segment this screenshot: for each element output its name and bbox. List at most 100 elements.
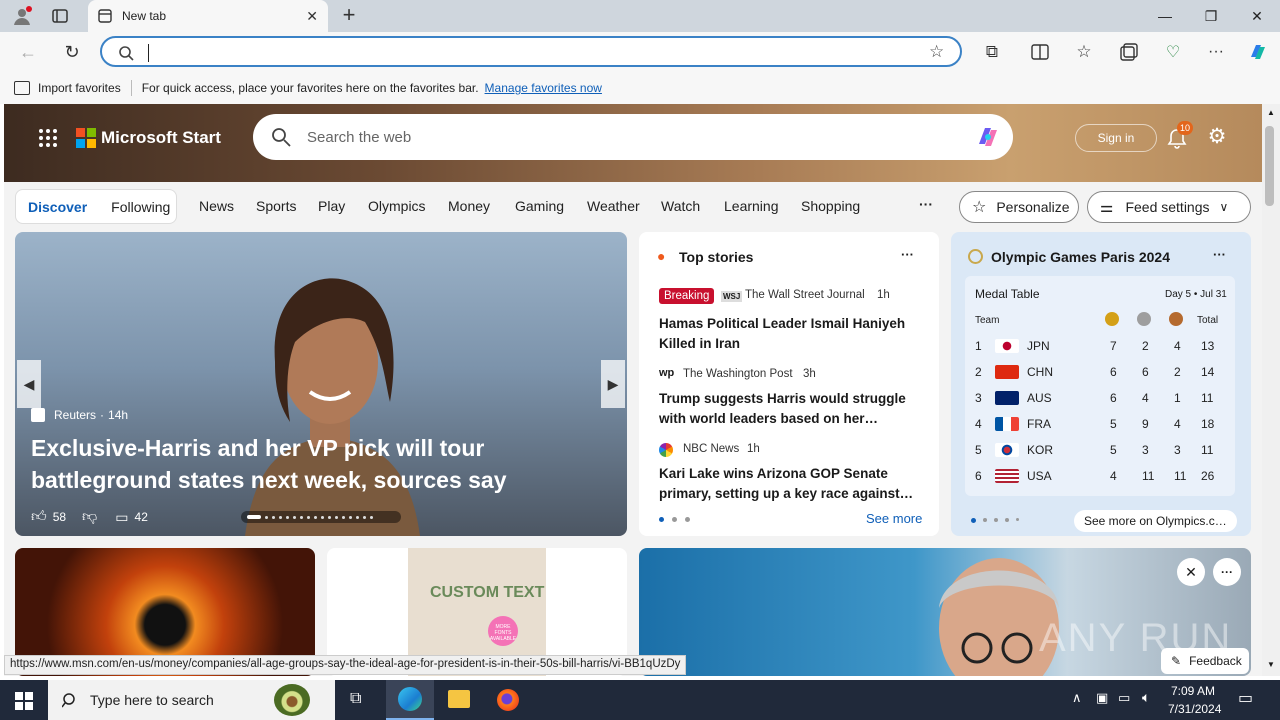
video-article-card[interactable]: ✕ ··· ANY RUN ✎ Feedback	[639, 548, 1251, 676]
copilot-icon[interactable]	[973, 122, 1003, 152]
tab-following[interactable]: Following	[111, 199, 170, 215]
total: 18	[1201, 417, 1215, 431]
see-more-link[interactable]: See more	[866, 511, 922, 526]
sign-in-button[interactable]: Sign in	[1075, 124, 1157, 152]
page-scrollbar[interactable]: ▲ ▼	[1262, 104, 1280, 676]
minimize-button[interactable]: —	[1142, 0, 1188, 32]
medal-table[interactable]: Medal Table Day 5 • Jul 31 Team Total 1 …	[965, 276, 1235, 496]
top-stories-title[interactable]: Top stories	[679, 249, 753, 265]
clock-date[interactable]: 7/31/2024	[1168, 702, 1221, 716]
show-hidden-icons[interactable]: ∧	[1072, 690, 1082, 706]
medal-row[interactable]: 2 CHN 6 6 2 14	[965, 360, 1235, 384]
close-window-button[interactable]: ✕	[1234, 0, 1280, 32]
import-favorites-button[interactable]: Import favorites	[38, 81, 121, 95]
tab-discover[interactable]: Discover	[28, 199, 87, 215]
hero-headline[interactable]: Exclusive-Harris and her VP pick will to…	[31, 432, 591, 496]
comment-icon[interactable]: ▭	[115, 509, 128, 526]
edge-taskbar-icon[interactable]	[386, 680, 434, 720]
chevron-down-icon: ∨	[1219, 200, 1229, 214]
nav-watch[interactable]: Watch	[661, 198, 700, 214]
dismiss-card-button[interactable]: ✕	[1177, 558, 1205, 586]
story-headline[interactable]: Hamas Political Leader Ismail Haniyeh Ki…	[659, 314, 919, 354]
like-icon[interactable]: 👍︎	[31, 508, 47, 526]
browser-essentials-icon[interactable]: ♡	[1161, 40, 1185, 64]
web-search-placeholder[interactable]: Search the web	[307, 129, 973, 146]
profile-icon[interactable]	[12, 6, 32, 26]
hero-article-card[interactable]: ◀ ▶ Reuters · 14h Exclusive-Harris and h…	[15, 232, 627, 536]
hero-source: Reuters	[54, 408, 97, 422]
personalize-button[interactable]: ☆ Personalize	[959, 191, 1079, 223]
medal-row[interactable]: 6 USA 4 11 11 26	[965, 464, 1235, 488]
page-dots[interactable]	[659, 517, 690, 522]
address-input[interactable]	[148, 44, 908, 62]
top-stories-more-button[interactable]: ···	[901, 247, 914, 262]
card-more-button[interactable]: ···	[1213, 558, 1241, 586]
nav-play[interactable]: Play	[318, 198, 345, 214]
nav-weather[interactable]: Weather	[587, 198, 640, 214]
feed-settings-button[interactable]: ⚌ Feed settings ∨	[1087, 191, 1251, 223]
brand-title[interactable]: Microsoft Start	[101, 128, 221, 148]
file-explorer-icon[interactable]	[448, 690, 470, 708]
nav-gaming[interactable]: Gaming	[515, 198, 564, 214]
taskbar-search-placeholder[interactable]: Type here to search	[90, 692, 214, 708]
olympics-page-dots[interactable]	[971, 518, 1019, 523]
scroll-down-arrow[interactable]: ▼	[1267, 660, 1275, 669]
nav-news[interactable]: News	[199, 198, 234, 214]
scroll-thumb[interactable]	[1265, 126, 1274, 206]
medal-row[interactable]: 3 AUS 6 4 1 11	[965, 386, 1235, 410]
tab-actions-icon[interactable]	[52, 8, 68, 24]
split-screen-icon[interactable]	[1028, 40, 1052, 64]
settings-more-icon[interactable]: ···	[1204, 40, 1228, 64]
address-bar[interactable]: ☆	[100, 36, 962, 67]
connection-icon[interactable]: ▭	[1118, 690, 1130, 706]
extensions-icon[interactable]: ⧉	[980, 40, 1004, 64]
clock-time[interactable]: 7:09 AM	[1171, 684, 1215, 698]
category-nav: Discover Following News Sports Play Olym…	[4, 188, 1262, 228]
close-tab-icon[interactable]: ✕	[306, 8, 318, 25]
volume-icon[interactable]: 🔈︎	[1142, 689, 1150, 706]
restore-button[interactable]: ❐	[1188, 0, 1234, 32]
network-icon[interactable]: ▣	[1096, 690, 1108, 706]
nav-more-button[interactable]: ···	[919, 196, 933, 212]
story-source: NBC News	[683, 443, 740, 455]
olympics-see-more-button[interactable]: See more on Olympics.c…	[1074, 510, 1237, 532]
back-button[interactable]: ←	[16, 40, 40, 64]
refresh-button[interactable]: ↻	[60, 40, 84, 64]
story-headline[interactable]: Kari Lake wins Arizona GOP Senate primar…	[659, 464, 919, 504]
notification-badge: 10	[1177, 121, 1193, 135]
taskbar-search-box[interactable]: Type here to search	[48, 680, 335, 720]
carousel-next-button[interactable]: ▶	[601, 360, 625, 408]
nav-olympics[interactable]: Olympics	[368, 198, 426, 214]
page-settings-icon[interactable]: ⚙	[1206, 126, 1228, 148]
nav-sports[interactable]: Sports	[256, 198, 296, 214]
apps-launcher-icon[interactable]	[38, 128, 58, 148]
dislike-icon[interactable]: 👎︎	[82, 508, 97, 526]
favorite-star-icon[interactable]: ☆	[929, 42, 944, 62]
firefox-icon[interactable]	[497, 689, 519, 711]
favorites-icon[interactable]: ☆	[1072, 40, 1096, 64]
olympics-title[interactable]: Olympic Games Paris 2024	[991, 249, 1170, 265]
new-tab-button[interactable]: +	[338, 4, 360, 26]
total: 13	[1201, 339, 1215, 353]
web-search-box[interactable]: Search the web	[253, 114, 1013, 160]
task-view-icon[interactable]: ⧉	[350, 690, 361, 708]
medal-row[interactable]: 5 KOR 5 3 3 11	[965, 438, 1235, 462]
carousel-prev-button[interactable]: ◀	[17, 360, 41, 408]
collections-icon[interactable]	[1117, 40, 1141, 64]
feedback-button[interactable]: ✎ Feedback	[1161, 648, 1249, 674]
copilot-icon[interactable]	[1246, 40, 1270, 64]
medal-row[interactable]: 4 FRA 5 9 4 18	[965, 412, 1235, 436]
windows-start-icon[interactable]	[15, 692, 33, 710]
scroll-up-arrow[interactable]: ▲	[1267, 108, 1275, 117]
china-flag-icon	[995, 365, 1019, 379]
manage-favorites-link[interactable]: Manage favorites now	[485, 81, 602, 95]
carousel-indicator[interactable]	[241, 511, 401, 523]
nav-shopping[interactable]: Shopping	[801, 198, 860, 214]
nav-money[interactable]: Money	[448, 198, 490, 214]
story-headline[interactable]: Trump suggests Harris would struggle wit…	[659, 389, 919, 429]
olympics-more-button[interactable]: ···	[1213, 247, 1226, 262]
nav-learning[interactable]: Learning	[724, 198, 779, 214]
tab-new-tab[interactable]: New tab ✕	[88, 0, 328, 32]
notifications-center-icon[interactable]: ▭	[1238, 688, 1253, 708]
medal-row[interactable]: 1 JPN 7 2 4 13	[965, 334, 1235, 358]
